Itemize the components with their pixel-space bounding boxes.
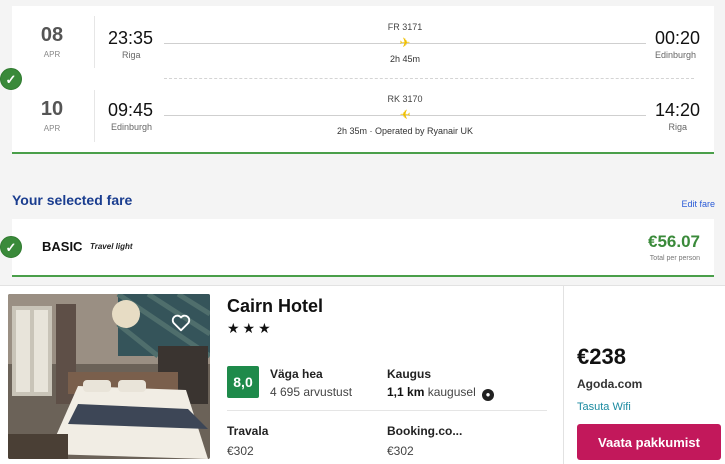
hotel-photo[interactable] [8,294,210,459]
favorite-heart-icon[interactable] [170,312,192,334]
deal-provider: Agoda.com [577,377,643,391]
outbound-duration: 2h 45m [389,54,421,64]
distance-value: 1,1 km kaugusel ● [387,385,495,401]
hotel-star-rating: ★★★ [227,320,274,336]
rating-label: Väga hea [270,367,323,381]
outbound-departure-time: 23:35 [108,28,154,48]
outbound-day: 08 [40,24,64,46]
edit-fare-link[interactable]: Edit fare [681,199,715,209]
distance-info-icon[interactable]: ● [482,389,495,401]
alt-offer-provider[interactable]: Travala [227,424,268,438]
plane-icon: ✈ [399,35,411,50]
distance-suffix: kaugusel [427,385,476,399]
return-arrival-city: Riga [668,122,687,132]
hotel-card: Cairn Hotel ★★★ 8,0 Väga hea 4 695 arvus… [0,285,725,464]
fare-selected-check-icon: ✓ [0,236,22,258]
distance-km: 1,1 km [387,385,425,399]
return-month: APR [43,124,61,133]
fare-name: BASIC [42,239,83,254]
alt-offer-price[interactable]: €302 [387,444,414,458]
alt-offer-price[interactable]: €302 [227,444,254,458]
plane-icon: ✈ [399,107,411,122]
outbound-arrival-time: 00:20 [654,28,700,48]
review-count: 4 695 arvustust [270,385,353,399]
alt-offer-provider[interactable]: Booking.co... [387,424,462,438]
outbound-arrival-city: Edinburgh [654,50,696,60]
fare-price-note: Total per person [649,255,700,262]
hotel-name[interactable]: Cairn Hotel [227,296,323,317]
flight-summary-card: 08 APR 23:35 Riga FR 3171 ✈ 2h 45m 00:20… [12,6,714,154]
leg-divider [164,78,694,79]
deal-perk: Tasuta Wifi [577,401,631,413]
outbound-month: APR [43,50,61,59]
return-arrival-time: 14:20 [654,100,700,120]
deal-price: €238 [577,344,626,369]
return-departure-time: 09:45 [108,100,154,120]
view-deal-button[interactable]: Vaata pakkumist [577,424,721,460]
fare-subtitle: Travel light [90,242,133,251]
distance-label: Kaugus [387,367,432,381]
outbound-date: 08 APR [28,24,76,59]
review-score-badge: 8,0 [227,366,259,398]
best-deal-panel: €238 Agoda.com Tasuta Wifi Vaata pakkumi… [563,286,725,464]
return-duration: 2h 35m · Operated by Ryanair UK [336,126,474,136]
return-departure-city: Edinburgh [111,122,153,132]
date-separator [94,16,95,68]
return-day: 10 [40,98,64,120]
fare-card: BASIC Travel light €56.07 Total per pers… [12,219,714,277]
outbound-leg: 08 APR 23:35 Riga FR 3171 ✈ 2h 45m 00:20… [12,8,714,76]
fare-section-title: Your selected fare [12,192,133,208]
return-flight-number: RK 3170 [387,94,423,104]
return-date: 10 APR [28,98,76,133]
outbound-flight-number: FR 3171 [387,22,423,32]
date-separator [94,90,95,142]
hotel-divider [227,410,547,411]
fare-price: €56.07 [648,232,700,251]
flight-selected-check-icon: ✓ [0,68,22,90]
outbound-departure-city: Riga [122,50,141,60]
return-leg: 10 APR 09:45 Edinburgh RK 3170 ✈ 2h 35m … [12,82,714,150]
